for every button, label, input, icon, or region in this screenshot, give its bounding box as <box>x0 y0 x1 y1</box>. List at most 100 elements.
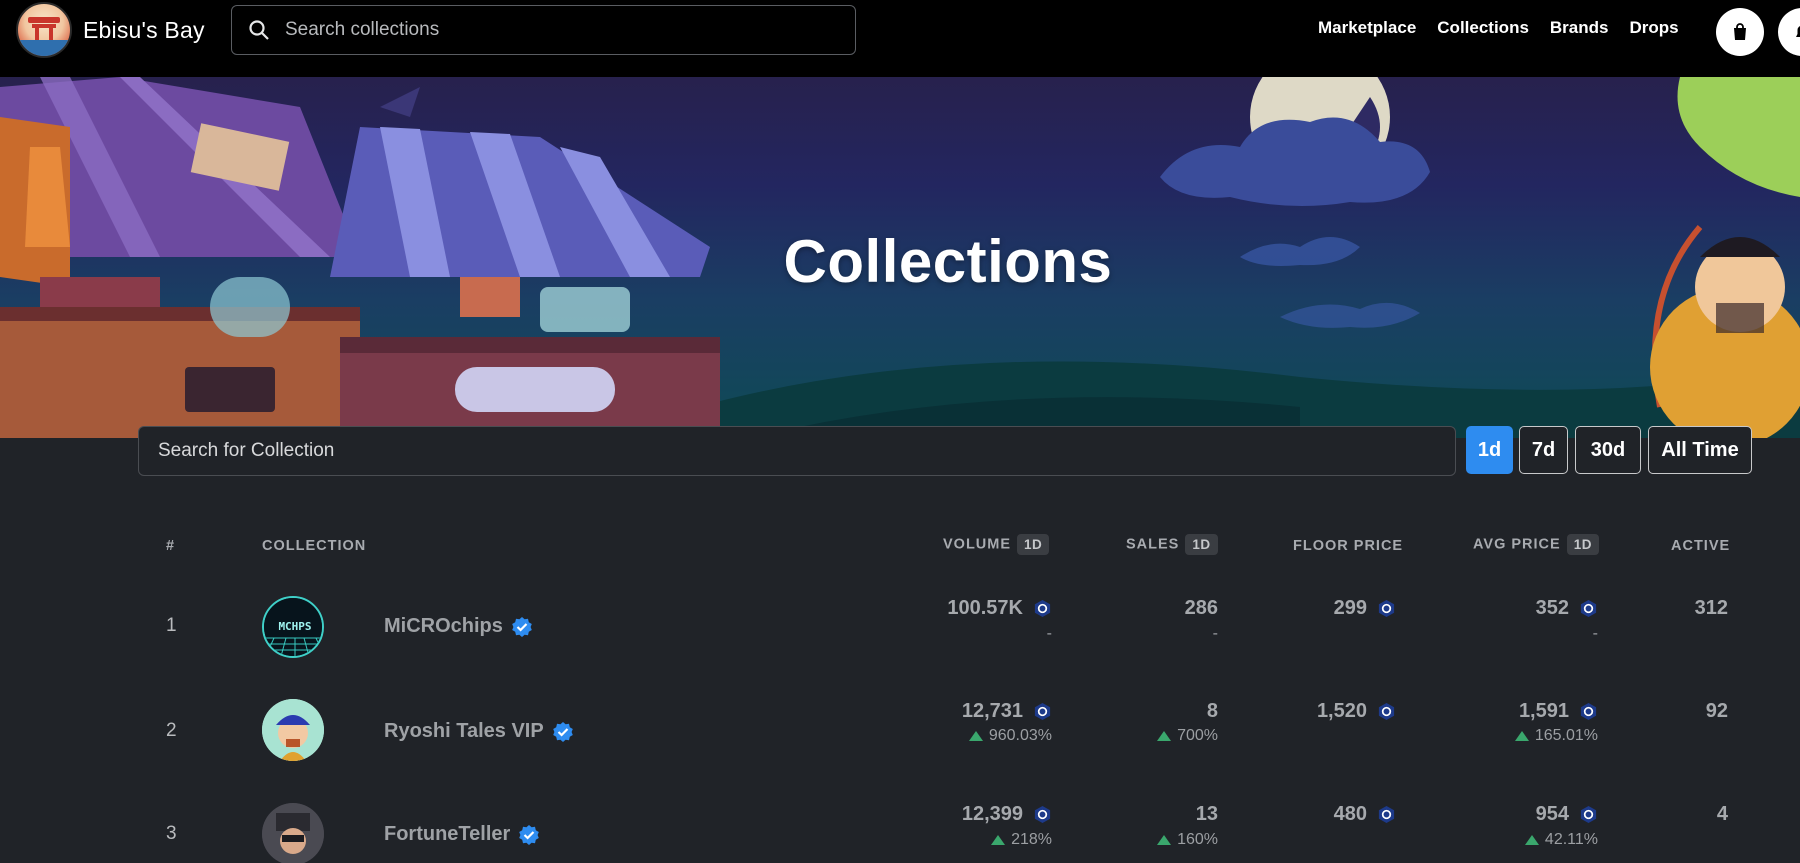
header-avg-label: AVG PRICE <box>1473 536 1561 553</box>
header-volume-badge: 1D <box>1017 534 1050 555</box>
collection-name-link[interactable]: FortuneTeller <box>384 823 540 846</box>
timeframe-7d-button[interactable]: 7d <box>1519 426 1568 474</box>
sales-change-value: 160% <box>1177 831 1218 848</box>
collection-name: Ryoshi Tales VIP <box>384 720 544 742</box>
header-active[interactable]: ACTIVE <box>1671 538 1730 554</box>
sales-value: 13 <box>1195 803 1218 825</box>
cro-token-icon <box>1034 599 1051 618</box>
sales-change-value: 700% <box>1177 727 1218 744</box>
verified-check-icon <box>512 616 532 637</box>
header-sales-badge: 1D <box>1185 534 1218 555</box>
row-rank: 3 <box>166 823 177 844</box>
collection-name-link[interactable]: MiCROchips <box>384 615 533 638</box>
floor-price-value: 299 <box>1260 597 1396 620</box>
avatar: MCHPS <box>262 596 324 658</box>
floor-price-amount: 480 <box>1333 803 1367 825</box>
timeframe-1d-button[interactable]: 1d <box>1466 426 1513 474</box>
active-value: 92 <box>1705 700 1728 722</box>
volume-change: - <box>1046 625 1052 642</box>
sales-value: 8 <box>1206 700 1218 722</box>
avg-price-change: 165.01% <box>1430 727 1598 745</box>
header-sales-label: SALES <box>1126 536 1180 553</box>
triangle-up-icon <box>1157 835 1172 845</box>
avg-price-amount: 954 <box>1535 803 1569 825</box>
cro-token-icon <box>1378 805 1395 824</box>
fortuneteller-avatar-icon <box>262 803 324 863</box>
svg-text:MCHPS: MCHPS <box>278 620 311 633</box>
triangle-up-icon <box>1514 731 1529 741</box>
volume-amount: 12,399 <box>961 803 1023 825</box>
shopping-bag-icon <box>1734 23 1746 40</box>
floor-price-value: 1,520 <box>1260 700 1396 723</box>
cart-button[interactable] <box>1716 8 1764 56</box>
row-rank: 2 <box>166 720 177 741</box>
floor-price-amount: 299 <box>1333 597 1367 619</box>
top-navbar: Ebisu's Bay Marketplace Collections Bran… <box>0 0 1800 77</box>
collection-name: FortuneTeller <box>384 823 511 845</box>
header-avg-badge: 1D <box>1566 534 1599 555</box>
hero-title: Collections <box>783 228 1113 295</box>
timeframe-all-time-button[interactable]: All Time <box>1648 426 1752 474</box>
cro-token-icon <box>1580 805 1597 824</box>
brand-logo-icon <box>16 2 72 58</box>
nav-link-collections[interactable]: Collections <box>1437 18 1529 38</box>
header-rank: # <box>166 538 176 554</box>
collection-search-box[interactable] <box>138 426 1456 476</box>
volume-change-value: 960.03% <box>988 727 1052 744</box>
header-volume-label: VOLUME <box>943 536 1012 553</box>
sales-change: 160% <box>1060 831 1218 849</box>
ryoshi-avatar-icon <box>262 699 324 761</box>
search-icon <box>249 20 269 40</box>
avg-price-value: 1,591 <box>1430 700 1598 723</box>
cro-token-icon <box>1034 702 1051 721</box>
header-sales[interactable]: SALES 1D <box>1126 534 1218 555</box>
header-avg-price[interactable]: AVG PRICE 1D <box>1473 534 1599 555</box>
triangle-up-icon <box>1524 835 1539 845</box>
sales-change: 700% <box>1060 727 1218 745</box>
avg-price-change: - <box>1592 625 1598 642</box>
volume-amount: 12,731 <box>961 700 1023 722</box>
cro-token-icon <box>1580 599 1597 618</box>
active-value: 4 <box>1716 803 1728 825</box>
header-volume[interactable]: VOLUME 1D <box>943 534 1050 555</box>
timeframe-30d-button[interactable]: 30d <box>1575 426 1641 474</box>
triangle-up-icon <box>968 731 983 741</box>
avg-price-amount: 352 <box>1535 597 1569 619</box>
floor-price-value: 480 <box>1260 803 1396 826</box>
volume-value: 100.57K <box>880 597 1052 620</box>
avg-price-value: 352 <box>1430 597 1598 620</box>
avatar <box>262 803 324 863</box>
triangle-up-icon <box>991 835 1006 845</box>
nav-links: Marketplace Collections Brands Drops <box>1318 18 1700 38</box>
avatar <box>262 699 324 761</box>
header-floor-price[interactable]: FLOOR PRICE <box>1293 538 1403 554</box>
collection-search-input[interactable] <box>158 440 1358 462</box>
sales-change: - <box>1212 625 1218 642</box>
volume-change: 960.03% <box>880 727 1052 745</box>
nav-link-drops[interactable]: Drops <box>1629 18 1678 38</box>
cro-token-icon <box>1034 805 1051 824</box>
collection-name-link[interactable]: Ryoshi Tales VIP <box>384 720 574 743</box>
volume-amount: 100.57K <box>947 597 1023 619</box>
brand-home-link[interactable]: Ebisu's Bay <box>16 2 205 58</box>
hero-banner: Collections <box>0 77 1800 438</box>
volume-change: 218% <box>880 831 1052 849</box>
triangle-up-icon <box>1157 731 1172 741</box>
bell-icon <box>1796 26 1800 37</box>
cro-token-icon <box>1378 702 1395 721</box>
nav-search-input[interactable] <box>285 19 825 41</box>
cro-token-icon <box>1378 599 1395 618</box>
floor-price-amount: 1,520 <box>1316 700 1367 722</box>
header-collection[interactable]: COLLECTION <box>262 538 366 554</box>
nav-link-marketplace[interactable]: Marketplace <box>1318 18 1416 38</box>
verified-check-icon <box>552 721 573 742</box>
active-value: 312 <box>1694 597 1728 619</box>
row-rank: 1 <box>166 615 177 636</box>
cro-token-icon <box>1580 702 1597 721</box>
notifications-button[interactable] <box>1778 8 1800 56</box>
avg-price-amount: 1,591 <box>1518 700 1569 722</box>
brand-name: Ebisu's Bay <box>83 16 205 43</box>
nav-search-box[interactable] <box>231 5 856 55</box>
nav-link-brands[interactable]: Brands <box>1550 18 1609 38</box>
microchips-logo-icon: MCHPS <box>264 598 322 656</box>
